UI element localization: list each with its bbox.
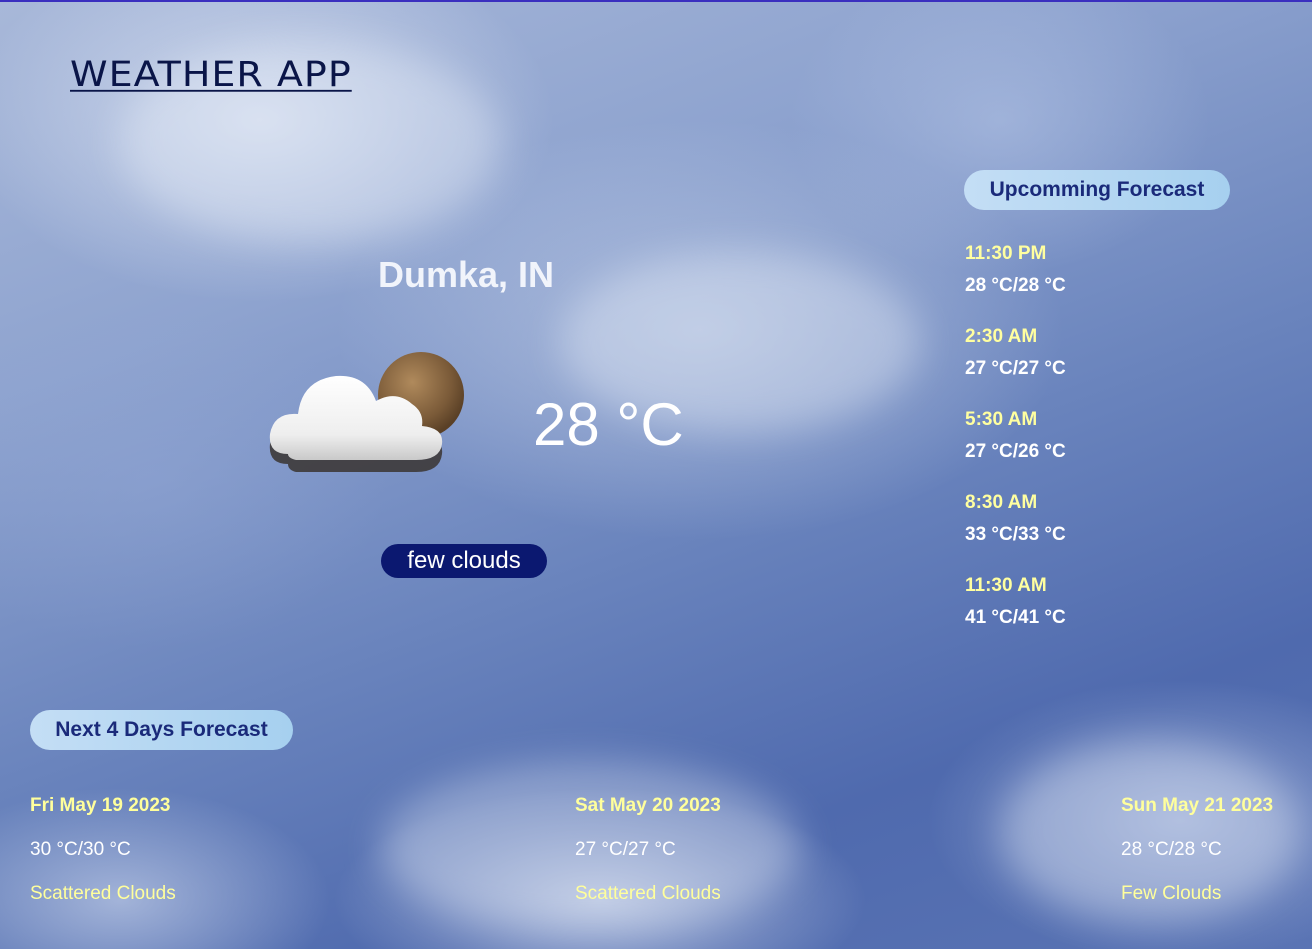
hourly-forecast-item: 11:30 PM 28 °C/28 °C — [965, 242, 1285, 325]
hourly-forecast-item: 2:30 AM 27 °C/27 °C — [965, 325, 1285, 408]
city-name: Dumka, IN — [378, 254, 555, 295]
hourly-time: 2:30 AM — [965, 326, 1038, 347]
daily-temperature: 28 °C/28 °C — [1121, 839, 1222, 860]
daily-description: Scattered Clouds — [575, 883, 721, 904]
daily-date: Sun May 21 2023 — [1121, 795, 1274, 816]
hourly-temperature: 28 °C/28 °C — [965, 275, 1066, 296]
daily-date: Sat May 20 2023 — [575, 795, 721, 816]
hourly-forecast-item: 8:30 AM 33 °C/33 °C — [965, 491, 1285, 574]
daily-forecast-item: Sat May 20 2023 27 °C/27 °C Scattered Cl… — [575, 792, 721, 908]
daily-temperature: 27 °C/27 °C — [575, 839, 676, 860]
daily-date: Fri May 19 2023 — [30, 795, 171, 816]
hourly-temperature: 27 °C/27 °C — [965, 358, 1066, 379]
current-temperature: 28 °C — [533, 391, 684, 458]
app-title: WEATHER APP — [70, 54, 352, 95]
hourly-forecast-item: 5:30 AM 27 °C/26 °C — [965, 408, 1285, 491]
weather-description-badge: few clouds — [381, 544, 547, 578]
daily-temperature: 30 °C/30 °C — [30, 839, 131, 860]
daily-forecast-item: Sun May 21 2023 28 °C/28 °C Few Clouds — [1121, 792, 1273, 908]
hourly-time: 8:30 AM — [965, 492, 1038, 513]
hourly-time: 11:30 PM — [965, 243, 1047, 264]
hourly-temperature: 41 °C/41 °C — [965, 607, 1066, 628]
hourly-temperature: 33 °C/33 °C — [965, 524, 1066, 545]
upcoming-forecast-label: Upcomming Forecast — [964, 170, 1230, 210]
hourly-temperature: 27 °C/26 °C — [965, 441, 1066, 462]
hourly-time: 5:30 AM — [965, 409, 1038, 430]
daily-description: Few Clouds — [1121, 883, 1222, 904]
hourly-forecast-item: 11:30 AM 41 °C/41 °C — [965, 574, 1285, 657]
few-clouds-icon — [269, 352, 464, 472]
next-days-forecast-label: Next 4 Days Forecast — [30, 710, 293, 750]
daily-forecast-item: Fri May 19 2023 30 °C/30 °C Scattered Cl… — [30, 792, 176, 908]
daily-description: Scattered Clouds — [30, 883, 176, 904]
hourly-forecast-list: 11:30 PM 28 °C/28 °C 2:30 AM 27 °C/27 °C… — [965, 242, 1285, 657]
hourly-time: 11:30 AM — [965, 575, 1047, 596]
